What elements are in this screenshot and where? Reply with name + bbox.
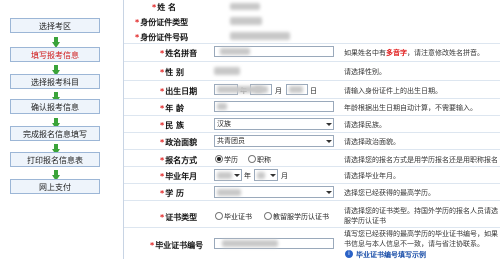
chevron-down-icon [325, 120, 332, 128]
cert-type-option-cscse-label: 教留服学历认证书 [273, 213, 329, 221]
separator [124, 166, 500, 167]
graduation-year-unit: 年 [244, 172, 251, 180]
separator [124, 183, 500, 184]
info-icon: i [345, 250, 353, 258]
step-confirm-info[interactable]: 确认报考信息 [10, 99, 100, 114]
chevron-down-icon [325, 188, 332, 196]
sidebar: 选择考区 填写报考信息 选择报考科目 确认报考信息 完成报名信息填写 打印报名信… [0, 0, 112, 259]
age-value-redacted [217, 103, 227, 110]
cert-type-radio-diploma[interactable] [215, 212, 223, 220]
ethnic-select[interactable]: 汉族 [214, 118, 334, 130]
education-value-redacted [217, 189, 241, 196]
gender-value-redacted [214, 67, 240, 75]
step-fill-application-info[interactable]: 填写报考信息 [10, 47, 100, 62]
step-select-exam-area[interactable]: 选择考区 [10, 18, 100, 33]
pinyin-label: *姓名拼音 [160, 49, 198, 58]
separator [124, 132, 500, 133]
mode-option-degree-label: 学历 [224, 156, 238, 164]
separator [124, 200, 500, 201]
separator [124, 80, 500, 81]
separator [124, 149, 500, 150]
step-online-payment[interactable]: 网上支付 [10, 179, 100, 194]
graduation-year-redacted [217, 172, 232, 179]
chevron-down-icon [233, 171, 240, 179]
age-hint: 年龄根据出生日期自动计算，不需要输入。 [344, 104, 477, 112]
graduation-month-redacted [257, 172, 265, 179]
cert-number-hint-line1: 填写您已经获得的最高学历的毕业证书编号，如果 [344, 230, 498, 238]
mode-radio-degree[interactable] [215, 155, 223, 163]
birth-value-redacted [289, 86, 303, 93]
separator [124, 61, 500, 62]
divider [123, 0, 124, 259]
name-value-redacted [230, 3, 260, 10]
separator [124, 115, 500, 116]
mode-label: *报名方式 [160, 156, 198, 165]
cert-number-hint-line2: 书信息与本人信息不一致，请与省注协联系。 [344, 240, 484, 248]
pinyin-value-redacted [220, 48, 250, 55]
ethnic-label: *民 族 [160, 121, 184, 130]
birth-value-redacted [254, 86, 268, 93]
name-label: *姓 名 [152, 3, 176, 12]
cert-number-value-redacted [222, 240, 278, 247]
mode-hint: 请选择您的报名方式是用学历报名还是用职称报名 [344, 156, 498, 164]
separator [124, 43, 500, 44]
cert-number-label: *毕业证书编号 [150, 241, 204, 250]
pinyin-hint: 如果姓名中有多音字，请注意修改姓名拼音。 [344, 49, 484, 57]
cert-type-radio-cscse[interactable] [264, 212, 272, 220]
chevron-down-icon [325, 137, 332, 145]
politics-select[interactable]: 共青团员 [214, 135, 334, 147]
id-number-value-redacted [230, 32, 290, 40]
politics-label: *政治面貌 [160, 138, 198, 147]
mode-radio-title[interactable] [248, 155, 256, 163]
step-print-form[interactable]: 打印报名信息表 [10, 152, 100, 167]
education-label: *学 历 [160, 189, 184, 198]
step-select-subjects[interactable]: 选择报考科目 [10, 74, 100, 89]
id-type-value-redacted [230, 17, 262, 25]
birth-hint: 请输入身份证件上的出生日期。 [344, 87, 442, 95]
graduation-date-label: *毕业年月 [160, 172, 198, 181]
birth-month-unit: 月 [275, 87, 282, 95]
birth-date-label: *出生日期 [160, 87, 198, 96]
education-hint: 选择您已经获得的最高学历。 [344, 189, 435, 197]
graduation-month-unit: 月 [281, 172, 288, 180]
gender-hint: 请选择性别。 [344, 68, 386, 76]
age-input [214, 101, 334, 112]
cert-type-option-diploma-label: 毕业证书 [224, 213, 252, 221]
cert-type-hint-line1: 请选择您的证书类型。持国外学历的报名人员请选 [344, 207, 498, 215]
cert-type-label: *证书类型 [160, 213, 198, 222]
step-complete-info[interactable]: 完成报名信息填写 [10, 126, 100, 141]
id-number-label: *身份证件号码 [135, 33, 189, 42]
separator [124, 98, 500, 99]
birth-day-unit: 日 [310, 87, 317, 95]
politics-hint: 请选择政治面貌。 [344, 138, 400, 146]
gender-label: *性 别 [160, 68, 184, 77]
mode-option-title-label: 职称 [257, 156, 271, 164]
separator [124, 227, 500, 228]
age-label: *年 龄 [160, 104, 184, 113]
graduation-hint: 请选择毕业年月。 [344, 172, 400, 180]
chevron-down-icon [269, 171, 276, 179]
id-type-label: *身份证件类型 [135, 18, 189, 27]
cert-type-hint-line2: 服学历认证书 [344, 217, 386, 225]
ethnic-hint: 请选择民族。 [344, 121, 386, 129]
